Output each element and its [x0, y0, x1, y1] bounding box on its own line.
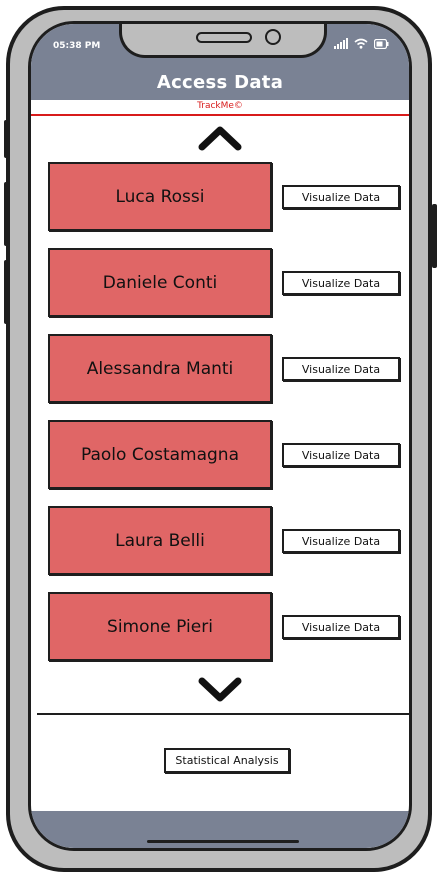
person-card-paolo-costamagna[interactable]: Paolo Costamagna — [48, 420, 272, 489]
visualize-data-button[interactable]: Visualize Data — [282, 185, 400, 209]
visualize-data-button[interactable]: Visualize Data — [282, 443, 400, 467]
section-divider — [37, 713, 409, 715]
home-indicator[interactable] — [147, 840, 299, 843]
speaker-grill — [196, 32, 252, 43]
signal-icon — [334, 38, 348, 49]
person-card-luca-rossi[interactable]: Luca Rossi — [48, 162, 272, 231]
side-button-power — [432, 204, 437, 268]
visualize-data-button[interactable]: Visualize Data — [282, 529, 400, 553]
wifi-icon — [354, 38, 368, 49]
visualize-data-button[interactable]: Visualize Data — [282, 271, 400, 295]
status-bar: 05:38 PM — [31, 24, 409, 68]
status-time: 05:38 PM — [53, 41, 101, 51]
chevron-down-icon[interactable] — [198, 676, 242, 702]
bottom-bar — [31, 811, 409, 848]
phone-screen: 05:38 PM Access Data TrackMe© Luca Rossi… — [28, 21, 412, 851]
person-card-laura-belli[interactable]: Laura Belli — [48, 506, 272, 575]
side-button-mute — [4, 120, 9, 158]
battery-icon — [374, 38, 389, 49]
app-bar: Access Data — [31, 68, 409, 100]
brand-divider — [31, 114, 409, 116]
person-card-daniele-conti[interactable]: Daniele Conti — [48, 248, 272, 317]
visualize-data-button[interactable]: Visualize Data — [282, 357, 400, 381]
status-icons — [334, 38, 389, 49]
person-card-alessandra-manti[interactable]: Alessandra Manti — [48, 334, 272, 403]
chevron-up-icon[interactable] — [198, 125, 242, 151]
side-button-volume-down — [4, 260, 9, 324]
visualize-data-button[interactable]: Visualize Data — [282, 615, 400, 639]
front-camera — [265, 29, 281, 45]
brand-label: TrackMe© — [197, 101, 243, 111]
statistical-analysis-button[interactable]: Statistical Analysis — [164, 748, 290, 773]
notch — [119, 24, 327, 58]
side-button-volume-up — [4, 182, 9, 246]
page-title: Access Data — [156, 72, 284, 93]
person-card-simone-pieri[interactable]: Simone Pieri — [48, 592, 272, 661]
